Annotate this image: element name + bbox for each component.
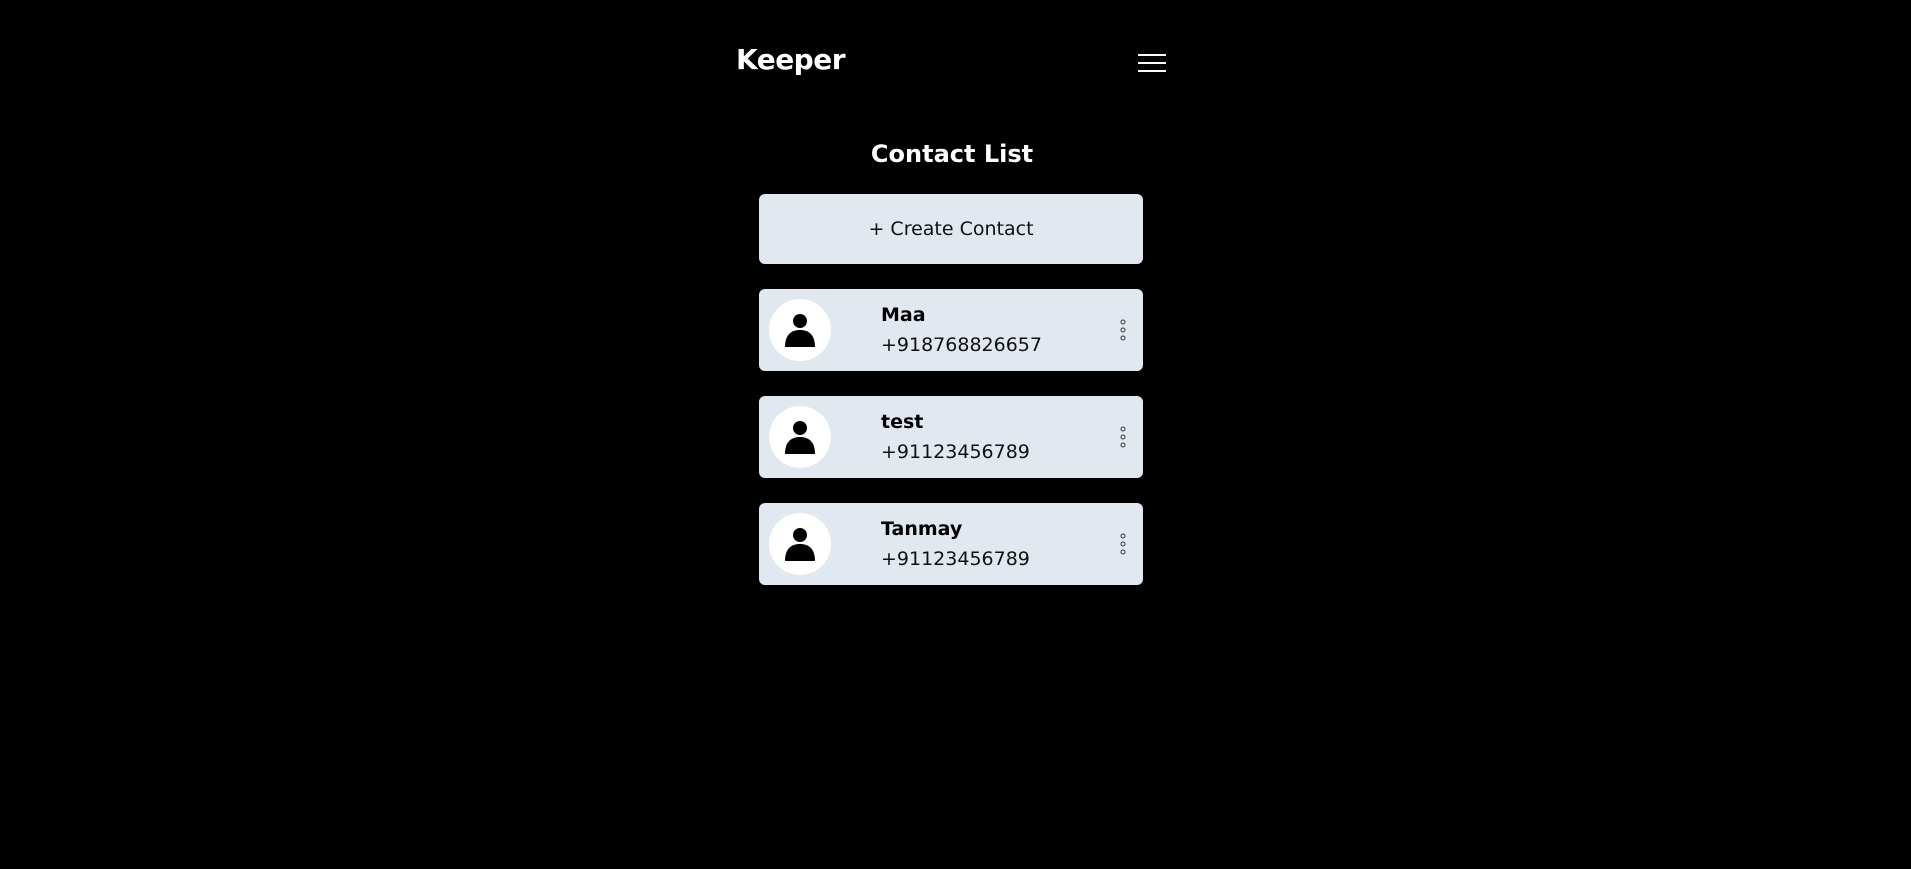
navbar: Keeper <box>736 30 1168 76</box>
create-contact-button[interactable]: + Create Contact <box>759 194 1143 264</box>
contact-name: test <box>881 411 924 433</box>
avatar <box>769 513 831 575</box>
avatar <box>769 406 831 468</box>
page-title: Contact List <box>870 140 1034 168</box>
app: Keeper Contact List + Create Contact Maa… <box>0 0 1911 869</box>
more-options-icon[interactable] <box>1117 319 1129 341</box>
more-options-icon[interactable] <box>1117 533 1129 555</box>
contact-phone: +91123456789 <box>881 548 1030 570</box>
contact-name: Maa <box>881 304 926 326</box>
person-icon <box>785 314 815 347</box>
contact-card[interactable]: Tanmay +91123456789 <box>759 503 1143 585</box>
contact-name: Tanmay <box>881 518 963 540</box>
contact-phone: +918768826657 <box>881 334 1042 356</box>
person-icon <box>785 421 815 454</box>
contact-phone: +91123456789 <box>881 441 1030 463</box>
more-options-icon[interactable] <box>1117 426 1129 448</box>
brand-logo[interactable]: Keeper <box>736 46 846 74</box>
avatar <box>769 299 831 361</box>
person-icon <box>785 528 815 561</box>
contact-list: Maa +918768826657 test +91123456789 Tanm… <box>759 289 1143 610</box>
contact-card[interactable]: Maa +918768826657 <box>759 289 1143 371</box>
hamburger-menu-icon[interactable] <box>1138 52 1166 74</box>
contact-card[interactable]: test +91123456789 <box>759 396 1143 478</box>
